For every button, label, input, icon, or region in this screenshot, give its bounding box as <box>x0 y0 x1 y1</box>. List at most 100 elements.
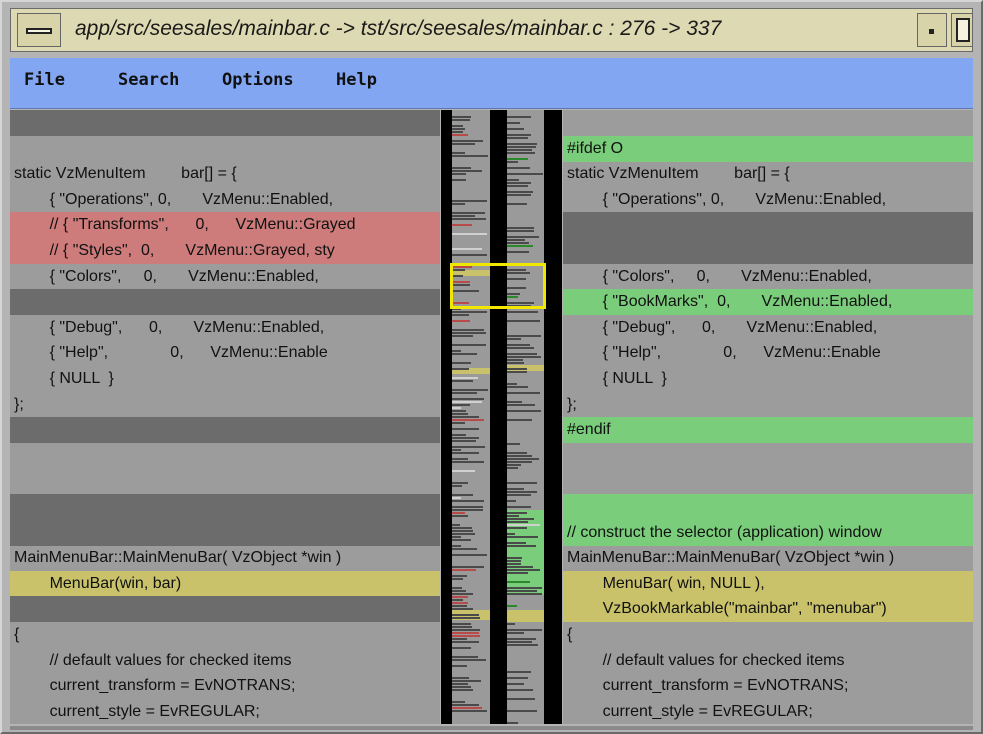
maximize-button[interactable] <box>951 13 973 47</box>
code-line-text: { NULL } <box>14 370 114 387</box>
overview-line-mark <box>452 401 482 403</box>
code-line: MainMenuBar::MainMenuBar( VzObject *win … <box>10 545 440 571</box>
code-line-text: MainMenuBar::MainMenuBar( VzObject *win … <box>14 549 342 566</box>
overview-line-mark <box>452 536 461 538</box>
overview-line-mark <box>452 683 468 685</box>
window-menu-button[interactable] <box>17 13 61 47</box>
overview-line-mark <box>507 245 533 247</box>
code-line-text: MainMenuBar::MainMenuBar( VzObject *win … <box>567 549 895 566</box>
title-bar[interactable]: app/src/seesales/mainbar.c -> tst/src/se… <box>10 8 973 52</box>
overview-right-column[interactable] <box>507 110 544 724</box>
overview-line-mark <box>452 575 467 577</box>
code-line: { NULL } <box>10 366 440 392</box>
overview-line-mark <box>507 230 534 232</box>
overview-line-mark <box>452 449 461 451</box>
code-line: { <box>563 622 973 648</box>
overview-line-mark <box>452 578 463 580</box>
overview-line-mark <box>452 380 473 382</box>
overview-line-mark <box>507 677 528 679</box>
maximize-icon <box>956 18 970 42</box>
minimize-button[interactable] <box>917 13 947 47</box>
code-line: // { "Styles", 0, VzMenu::Grayed, sty <box>10 238 440 264</box>
overview-line-mark <box>507 338 521 340</box>
code-line-text: { "Operations", 0, VzMenu::Enabled, <box>567 191 887 208</box>
overview-line-mark <box>507 461 532 463</box>
code-line-text: MenuBar( win, NULL ), <box>567 575 765 592</box>
overview-line-mark <box>507 392 540 394</box>
overview-line-mark <box>507 572 528 574</box>
code-line <box>563 212 973 238</box>
overview-line-mark <box>452 344 486 346</box>
overview-line-mark <box>507 683 524 685</box>
code-line: { "Help", 0, VzMenu::Enable <box>563 340 973 366</box>
overview-line-mark <box>452 506 483 508</box>
overview-line-mark <box>452 665 467 667</box>
overview-line-mark <box>507 191 533 193</box>
overview-line-mark <box>507 137 528 139</box>
diff-overview[interactable] <box>441 110 562 724</box>
overview-line-mark <box>452 173 466 175</box>
code-line-text: // { "Styles", 0, VzMenu::Grayed, sty <box>14 242 335 259</box>
overview-line-mark <box>507 167 530 169</box>
overview-line-mark <box>452 212 485 214</box>
menu-options[interactable]: Options <box>222 70 294 90</box>
code-line-text: // { "Transforms", 0, VzMenu::Grayed <box>14 216 356 233</box>
overview-line-mark <box>507 344 530 346</box>
overview-line-mark <box>507 419 532 421</box>
code-line-text: { "Debug", 0, VzMenu::Enabled, <box>14 319 325 336</box>
overview-line-mark <box>452 656 478 658</box>
overview-line-mark <box>507 128 524 130</box>
overview-line-mark <box>452 608 473 610</box>
overview-line-mark <box>507 482 537 484</box>
overview-line-mark <box>507 521 528 523</box>
overview-line-mark <box>452 437 479 439</box>
code-line: { <box>10 622 440 648</box>
overview-line-mark <box>452 623 471 625</box>
code-line-text: { "Operations", 0, VzMenu::Enabled, <box>14 191 334 208</box>
overview-line-mark <box>452 701 465 703</box>
code-line <box>10 417 440 443</box>
right-file-pane[interactable]: #ifdef O static VzMenuItem bar[] = { { "O… <box>563 110 973 724</box>
overview-line-mark <box>452 218 486 220</box>
overview-line-mark <box>507 179 519 181</box>
overview-line-mark <box>452 704 479 706</box>
overview-line-mark <box>507 386 528 388</box>
menu-search[interactable]: Search <box>118 70 179 90</box>
code-line-text: current_transform = EvNOTRANS; <box>14 677 296 694</box>
code-line: }; <box>10 392 440 418</box>
overview-line-mark <box>507 227 534 229</box>
code-line-text: VzBookMarkable("mainbar", "menubar") <box>567 600 887 617</box>
overview-line-mark <box>452 680 481 682</box>
overview-line-mark <box>507 491 537 493</box>
code-line-text: static VzMenuItem bar[] = { <box>14 165 237 182</box>
overview-line-mark <box>452 596 468 598</box>
overview-line-mark <box>507 641 532 643</box>
overview-line-mark <box>452 350 461 352</box>
left-file-pane[interactable]: static VzMenuItem bar[] = { { "Operation… <box>10 110 440 724</box>
overview-line-mark <box>452 128 465 130</box>
overview-line-mark <box>507 722 518 724</box>
overview-line-mark <box>507 566 533 568</box>
overview-line-mark <box>507 623 515 625</box>
overview-line-mark <box>452 605 467 607</box>
code-line: MainMenuBar::MainMenuBar( VzObject *win … <box>563 545 973 571</box>
code-line: { "BookMarks", 0, VzMenu::Enabled, <box>563 289 973 315</box>
code-line: // construct the selector (application) … <box>563 520 973 546</box>
overview-left-column[interactable] <box>452 110 490 724</box>
code-line: MenuBar(win, bar) <box>10 571 440 597</box>
code-line-text: #ifdef O <box>567 140 624 157</box>
overview-line-mark <box>452 167 471 169</box>
menu-file[interactable]: File <box>24 70 65 90</box>
overview-viewport-indicator[interactable] <box>450 263 546 309</box>
code-line-text: current_style = EvREGULAR; <box>14 703 260 720</box>
menu-help[interactable]: Help <box>336 70 377 90</box>
overview-line-mark <box>507 185 528 187</box>
code-line-text: current_transform = EvNOTRANS; <box>567 677 849 694</box>
code-line <box>10 596 440 622</box>
code-line: }; <box>563 392 973 418</box>
overview-line-mark <box>452 617 480 619</box>
overview-line-mark <box>507 506 531 508</box>
